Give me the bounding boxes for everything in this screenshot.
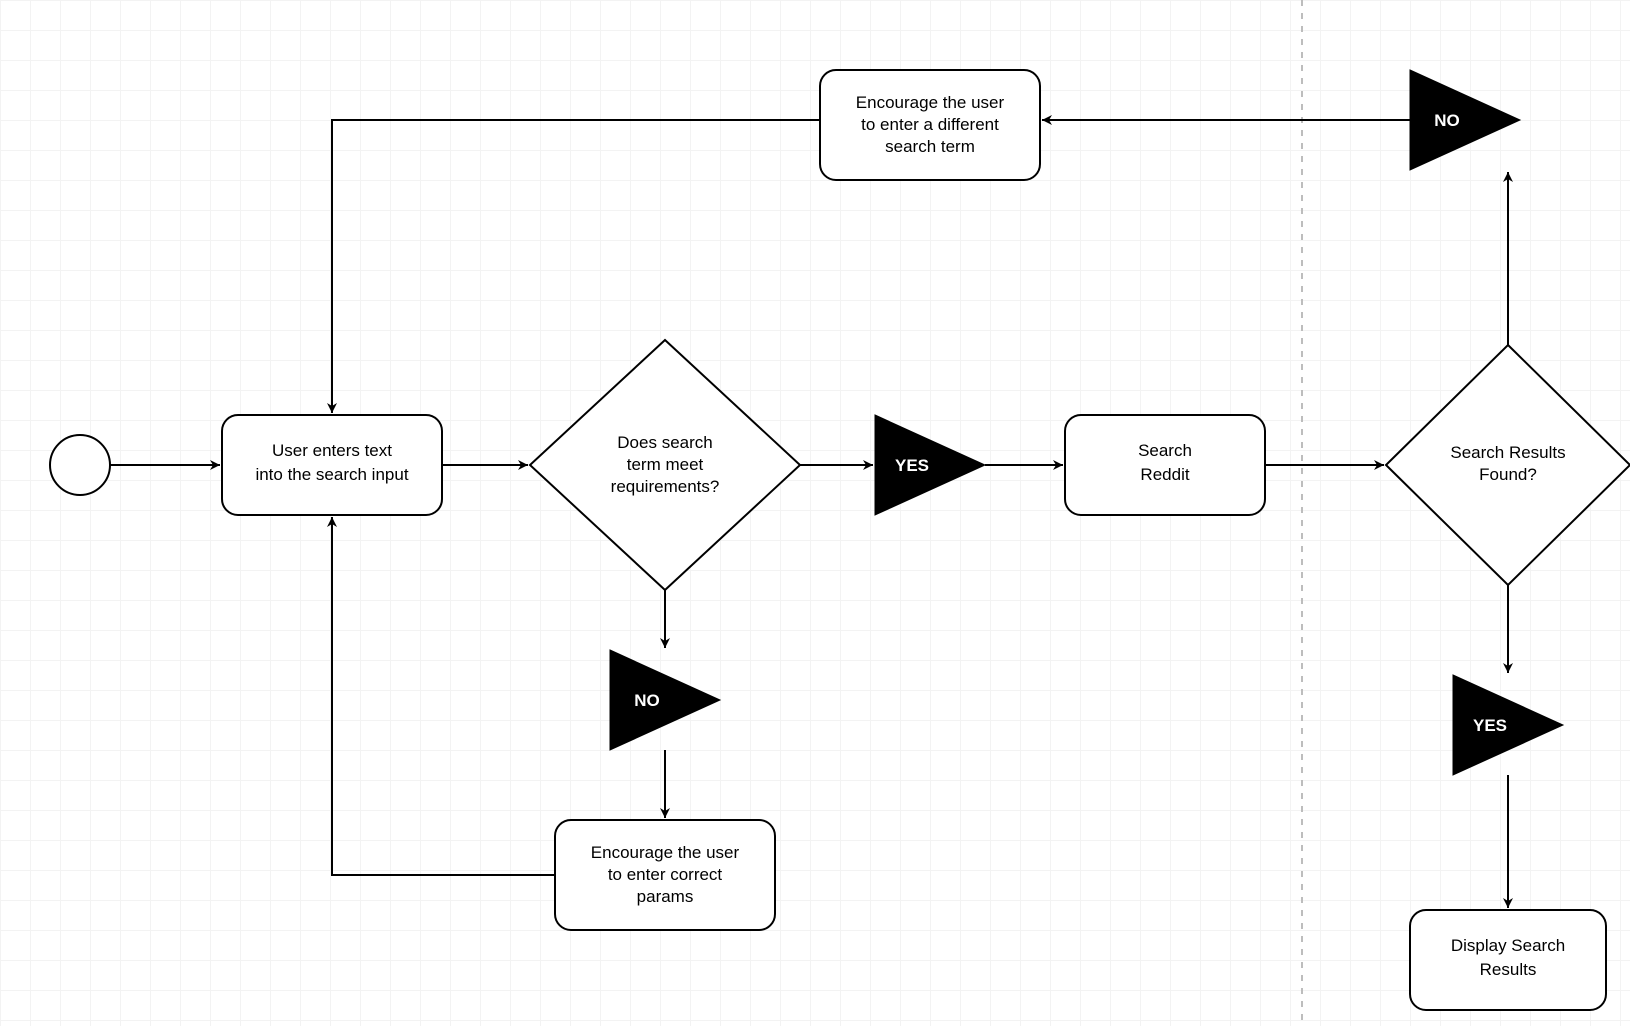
node-display-results-line1: Display Search <box>1451 936 1565 955</box>
node-encourage-params-line3: params <box>637 887 694 906</box>
no-results <box>1410 70 1520 170</box>
node-display-results-line2: Results <box>1480 960 1537 979</box>
yes-results <box>1453 675 1563 775</box>
node-encourage-different-line1: Encourage the user <box>856 93 1005 112</box>
no-meets-req-label: NO <box>634 691 660 710</box>
node-meets-requirements-line3: requirements? <box>611 477 720 496</box>
node-results-found-line2: Found? <box>1479 465 1537 484</box>
node-encourage-different-line3: search term <box>885 137 975 156</box>
node-meets-requirements-line2: term meet <box>627 455 704 474</box>
node-encourage-params-line2: to enter correct <box>608 865 723 884</box>
node-user-enters-line2: into the search input <box>255 465 408 484</box>
yes-results-label: YES <box>1473 716 1507 735</box>
node-encourage-different-line2: to enter a different <box>861 115 999 134</box>
yes-meets-req-label: YES <box>895 456 929 475</box>
start-node <box>50 435 110 495</box>
node-encourage-params-line1: Encourage the user <box>591 843 740 862</box>
node-search-reddit-line1: Search <box>1138 441 1192 460</box>
no-meets-req <box>610 650 720 750</box>
flowchart-canvas: User enters text into the search input D… <box>0 0 1630 1026</box>
flowchart-svg: User enters text into the search input D… <box>0 0 1630 1026</box>
node-results-found-line1: Search Results <box>1450 443 1565 462</box>
yes-meets-req <box>875 415 985 515</box>
edge-params-to-user <box>332 517 555 875</box>
node-meets-requirements-line1: Does search <box>617 433 712 452</box>
edge-diff-to-user <box>332 120 820 413</box>
no-results-label: NO <box>1434 111 1460 130</box>
node-search-reddit-line2: Reddit <box>1140 465 1189 484</box>
node-user-enters-line1: User enters text <box>272 441 392 460</box>
